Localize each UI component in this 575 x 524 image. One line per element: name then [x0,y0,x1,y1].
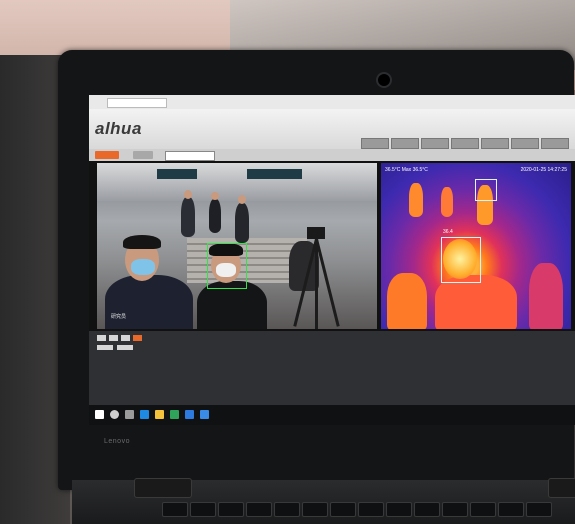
app-header: alhua [89,109,575,149]
hair [123,235,161,249]
live-view-button[interactable] [95,151,119,159]
nav-tab[interactable] [541,138,569,149]
video-area: 研究员 36.5°C Max 36.5°C 2020-01-25 14:27:2… [89,161,575,331]
folder-icon[interactable] [155,410,164,419]
keyboard-key [190,502,216,517]
person-head [184,190,192,199]
chrome-icon[interactable] [200,410,209,419]
thermal-person [387,273,427,329]
top-nav [361,138,569,149]
thermal-camera-feed: 36.5°C Max 36.5°C 2020-01-25 14:27:25 36… [381,163,571,329]
thermal-person [529,263,563,329]
task-view-icon[interactable] [125,410,134,419]
app-logo: alhua [95,119,142,138]
thermal-detection-box [441,237,481,283]
thermal-person-foreground [435,275,517,329]
taskbar-icons [95,410,209,419]
keyboard-key [302,502,328,517]
windows-taskbar [89,405,575,425]
nav-tab[interactable] [391,138,419,149]
search-icon[interactable] [110,410,119,419]
browser-bar [89,95,575,110]
browser-tab[interactable] [107,98,167,108]
thermal-detection-box [475,179,497,201]
keyboard-key [246,502,272,517]
keyboard-key [442,502,468,517]
thermal-person [441,187,453,217]
person-foreground [105,275,193,329]
keyboard-key [358,502,384,517]
nav-tab[interactable] [421,138,449,149]
nav-tab[interactable] [511,138,539,149]
control-button[interactable] [121,335,130,341]
keyboard-key [274,502,300,517]
visible-label: 研究员 [111,314,127,320]
laptop-brand-logo: Lenovo [104,438,130,445]
control-button[interactable] [97,335,106,341]
status-chip [117,345,134,350]
store-icon[interactable] [170,410,179,419]
mail-icon[interactable] [185,410,194,419]
laptop-hinge [548,478,575,498]
keyboard-key [470,502,496,517]
keyboard-key [330,502,356,517]
keyboard-key [526,502,552,517]
playback-button[interactable] [133,151,153,159]
visible-camera-feed: 研究员 [97,163,377,329]
keyboard-key [386,502,412,517]
status-chip [97,345,113,350]
thermal-timestamp: 2020-01-25 14:27:25 [520,167,567,173]
keyboard-key [498,502,524,517]
control-button[interactable] [109,335,118,341]
thermal-camera-device [307,227,325,239]
webcam-icon [376,72,392,88]
nav-tab[interactable] [481,138,509,149]
stream-select[interactable] [165,151,215,161]
laptop-hinge [134,478,192,498]
face-mask [131,259,155,275]
windows-start-icon[interactable] [95,410,104,419]
playback-controls [97,335,142,341]
direction-sign [157,169,197,179]
temperature-reading: 36.4 [443,229,453,235]
thermal-header-text: 36.5°C Max 36.5°C [385,167,428,173]
direction-sign [247,169,302,179]
tripod-leg [315,239,318,329]
person-head [238,195,246,204]
person [181,197,195,237]
nav-tab[interactable] [361,138,389,149]
edge-icon[interactable] [140,410,149,419]
keyboard-key [162,502,188,517]
status-row [97,345,134,352]
keyboard-key [218,502,244,517]
person [209,199,221,233]
face-detection-box [207,243,247,289]
thermal-person [409,183,423,217]
keyboard-key [414,502,440,517]
person-head [211,192,219,200]
nav-tab[interactable] [451,138,479,149]
person [235,203,249,243]
ceiling [97,163,377,201]
control-panel [89,331,575,405]
laptop-screen: alhua 研究员 36.5°C Max 36.5°C 2020-01-25 1… [89,95,575,425]
control-button[interactable] [133,335,142,341]
